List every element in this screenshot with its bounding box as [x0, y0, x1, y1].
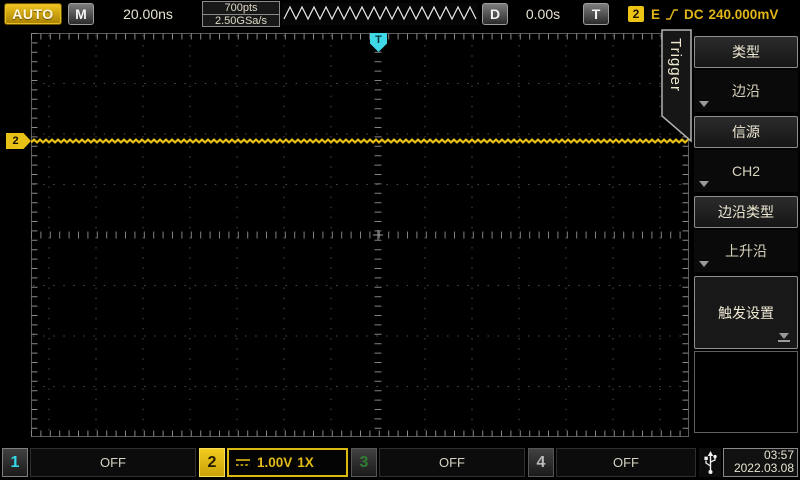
- menu-header-source[interactable]: 信源: [694, 116, 798, 148]
- graticule-grid: [31, 33, 689, 437]
- memory-depth: 700pts: [203, 2, 279, 15]
- horizontal-delay-readout: 0.00s: [508, 0, 578, 28]
- top-status-bar: AUTO M 20.00ns 700pts 2.50GSa/s D 0.00s …: [0, 0, 800, 28]
- trigger-settings-button[interactable]: 触发设置: [694, 276, 798, 349]
- channel2-position-marker[interactable]: 2: [6, 133, 31, 149]
- acquisition-info-box: 700pts 2.50GSa/s: [202, 1, 280, 27]
- trigger-level-value: 240.000mV: [709, 7, 779, 22]
- rising-edge-icon: [665, 8, 679, 21]
- trigger-source-badge: 2: [628, 6, 644, 22]
- trigger-settings-label: 触发设置: [718, 303, 774, 323]
- menu-value-source[interactable]: CH2: [694, 150, 798, 192]
- menu-value-trigger-type[interactable]: 边沿: [694, 70, 798, 112]
- channel2-badge[interactable]: 2: [199, 448, 225, 477]
- menu-value-label: 边沿: [732, 81, 760, 101]
- memory-waveform-indicator[interactable]: [282, 3, 478, 25]
- sample-rate: 2.50GSa/s: [203, 15, 279, 27]
- channel2-scale: 1.00V: [257, 455, 292, 470]
- channel2-probe: 1X: [297, 455, 314, 470]
- channel2-settings-box[interactable]: 1.00V 1X: [227, 448, 348, 477]
- timebase-readout: 20.00ns: [96, 0, 200, 28]
- menu-value-edge-slope[interactable]: 上升沿: [694, 230, 798, 272]
- channel1-badge[interactable]: 1: [2, 448, 28, 477]
- trigger-coupling-label: DC: [684, 7, 704, 22]
- oscilloscope-screen: AUTO M 20.00ns 700pts 2.50GSa/s D 0.00s …: [0, 0, 800, 480]
- chevron-down-icon: [699, 181, 709, 187]
- waveform-display-area: [31, 33, 689, 437]
- dc-coupling-icon: [235, 457, 252, 468]
- chevron-down-icon: [699, 261, 709, 267]
- menu-header-type[interactable]: 类型: [694, 36, 798, 68]
- chevron-down-icon: [699, 101, 709, 107]
- empty-menu-panel: [694, 351, 798, 433]
- menu-header-edge-type[interactable]: 边沿类型: [694, 196, 798, 228]
- menu-value-label: CH2: [732, 163, 760, 179]
- trigger-tab-label: Trigger: [667, 38, 684, 92]
- channel3-badge[interactable]: 3: [351, 448, 377, 477]
- channel4-status[interactable]: OFF: [556, 448, 696, 477]
- trigger-menu-button[interactable]: T: [583, 3, 609, 25]
- trigger-status-readout: E DC 240.000mV: [651, 0, 778, 28]
- channel1-status[interactable]: OFF: [30, 448, 196, 477]
- bottom-channel-bar: 1 OFF 2 1.00V 1X 3 OFF 4 OFF: [0, 446, 800, 480]
- expand-more-icon: [778, 333, 790, 342]
- trigger-type-label: E: [651, 7, 660, 22]
- trigger-soft-menu: 类型 边沿 信源 CH2 边沿类型 上升沿 触发设置: [692, 28, 800, 446]
- trigger-menu-tab: Trigger: [661, 29, 692, 143]
- horizontal-menu-button[interactable]: M: [68, 3, 94, 25]
- channel3-status[interactable]: OFF: [379, 448, 525, 477]
- run-mode-button[interactable]: AUTO: [4, 3, 62, 25]
- menu-value-label: 上升沿: [725, 241, 767, 261]
- usb-icon: [703, 451, 718, 475]
- clock-display: 03:57 2022.03.08: [723, 448, 798, 477]
- delay-menu-button[interactable]: D: [482, 3, 508, 25]
- channel4-badge[interactable]: 4: [528, 448, 554, 477]
- usb-indicator: [699, 448, 721, 477]
- date-value: 2022.03.08: [724, 462, 797, 475]
